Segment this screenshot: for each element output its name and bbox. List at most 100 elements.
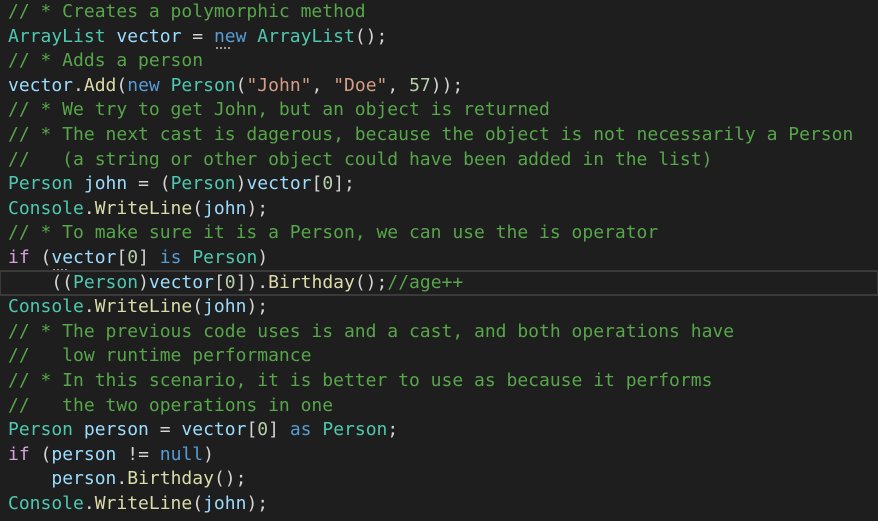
code-token-type: Console <box>8 197 84 219</box>
code-token-var: vector <box>246 173 312 195</box>
code-token-meth: WriteLine <box>94 296 193 318</box>
code-line[interactable]: // * Creates a polymorphic method <box>0 0 878 25</box>
code-token-punc: [ <box>213 271 225 293</box>
code-token-punc: [ <box>246 419 258 441</box>
code-token-punc <box>73 419 84 440</box>
code-token-punc: [ <box>311 173 323 195</box>
code-line[interactable]: Console.WriteLine(john); <box>0 492 878 517</box>
code-token-punc: ( <box>116 74 128 96</box>
code-token-punc: ( <box>29 246 52 268</box>
code-lines[interactable]: // * Creates a polymorphic method ArrayLi… <box>0 0 878 516</box>
code-token-comment: // * Creates a polymorphic method <box>8 1 366 22</box>
code-token-punc: ) <box>203 443 214 465</box>
code-line[interactable]: Console.WriteLine(john); <box>0 197 878 222</box>
code-token-punc: ; <box>387 419 399 441</box>
code-token-var: person <box>83 419 149 441</box>
code-line-current[interactable]: ((Person)vector[0]).Birthday();//age++ <box>0 269 878 297</box>
code-token-type: Person <box>8 173 74 195</box>
code-token-type: Person <box>322 419 388 441</box>
code-token-punc <box>160 75 171 96</box>
code-token-type: Console <box>8 296 84 318</box>
code-token-var: vector <box>51 246 117 268</box>
code-token-punc: ) <box>257 246 269 268</box>
code-token-punc <box>181 247 192 268</box>
code-token-punc: ( <box>235 74 247 96</box>
code-token-type: Person <box>8 419 74 441</box>
code-token-punc: [ <box>116 246 128 268</box>
code-line[interactable]: Console.WriteLine(john); <box>0 295 878 320</box>
code-line[interactable]: // * In this scenario, it is better to u… <box>0 369 878 394</box>
code-token-var: john <box>203 296 247 318</box>
code-token-key: is <box>159 246 182 268</box>
code-line[interactable]: Person person = vector[0] as Person; <box>0 418 878 443</box>
code-editor[interactable]: // * Creates a polymorphic method ArrayLi… <box>0 0 878 521</box>
code-line[interactable]: // (a string or other object could have … <box>0 148 878 173</box>
code-token-punc <box>312 419 323 440</box>
code-token-punc: ( <box>192 492 204 514</box>
code-token-type: ArrayList <box>8 25 106 47</box>
code-token-punc: ]; <box>333 173 355 195</box>
code-token-punc: (); <box>213 468 247 490</box>
code-token-type: Person <box>170 173 236 195</box>
code-line[interactable]: if (person != null) <box>0 443 878 468</box>
code-token-type: Console <box>8 492 84 514</box>
code-line[interactable]: // * We try to get John, but an object i… <box>0 98 878 123</box>
code-token-punc <box>246 26 257 47</box>
code-line[interactable]: person.Birthday(); <box>0 467 878 492</box>
code-line[interactable]: // low runtime performance <box>0 344 878 369</box>
code-line[interactable]: // * The next cast is dagerous, because … <box>0 123 878 148</box>
code-token-punc: ); <box>246 296 269 318</box>
code-token-ctrl: if <box>8 246 30 268</box>
code-token-var: john <box>83 173 128 195</box>
code-token-num: 0 <box>257 419 269 441</box>
code-token-num: 0 <box>127 246 139 268</box>
code-line[interactable]: // * The previous code uses is and a cas… <box>0 320 878 345</box>
code-token-comment: // the two operations in one <box>8 394 334 416</box>
code-token-punc: != <box>116 443 160 465</box>
code-token-comment: // low runtime performance <box>8 345 312 367</box>
code-token-meth: Birthday <box>268 271 355 293</box>
code-token-punc <box>8 468 51 489</box>
code-token-var: person <box>51 443 117 465</box>
code-line[interactable]: // the two operations in one <box>0 394 878 419</box>
code-token-meth: Add <box>83 74 117 96</box>
code-token-comment: // * Adds a person <box>8 50 204 72</box>
code-token-punc: ); <box>246 197 269 219</box>
code-token-punc: (); <box>354 271 388 293</box>
code-token-punc: (); <box>354 25 388 47</box>
code-token-comment: // * The next cast is dagerous, because … <box>8 123 854 145</box>
code-token-type: ArrayList <box>257 25 355 47</box>
code-token-punc: ] <box>268 419 290 441</box>
code-token-punc: , <box>387 74 410 96</box>
code-token-var: john <box>203 197 247 219</box>
code-token-punc: . <box>116 468 128 490</box>
code-token-punc: . <box>83 197 95 219</box>
code-token-punc: , <box>311 74 334 96</box>
code-token-type: Person <box>192 246 258 268</box>
code-line[interactable]: // * Adds a person <box>0 49 878 74</box>
code-token-var: vector <box>181 419 247 441</box>
code-token-key: as <box>289 419 312 441</box>
code-line[interactable]: if (vector[0] is Person) <box>0 246 878 271</box>
code-token-punc: = <box>181 25 214 47</box>
code-token-punc: ( <box>192 296 204 318</box>
code-token-var: vector <box>148 271 214 293</box>
code-line[interactable]: Person john = (Person)vector[0]; <box>0 172 878 197</box>
code-token-punc: . <box>73 74 84 96</box>
code-line[interactable]: // * To make sure it is a Person, we can… <box>0 221 878 246</box>
code-token-num: 57 <box>409 74 431 96</box>
code-token-ctrl: if <box>8 443 30 465</box>
code-token-punc <box>73 173 84 194</box>
code-token-punc: ( <box>192 197 204 219</box>
code-token-type: Person <box>73 271 139 293</box>
code-line[interactable]: ArrayList vector = new ArrayList(); <box>0 25 878 50</box>
code-token-punc: = <box>148 419 182 441</box>
code-token-comment: // * The previous code uses is and a cas… <box>8 320 735 342</box>
code-token-var: vector <box>8 74 74 96</box>
code-line[interactable]: vector.Add(new Person("John", "Doe", 57)… <box>0 74 878 99</box>
code-token-punc: ] <box>138 246 160 268</box>
code-token-punc: ]). <box>235 271 269 293</box>
code-token-var: vector <box>116 25 182 47</box>
code-token-punc: ); <box>246 492 269 514</box>
code-token-punc: = ( <box>127 173 171 195</box>
